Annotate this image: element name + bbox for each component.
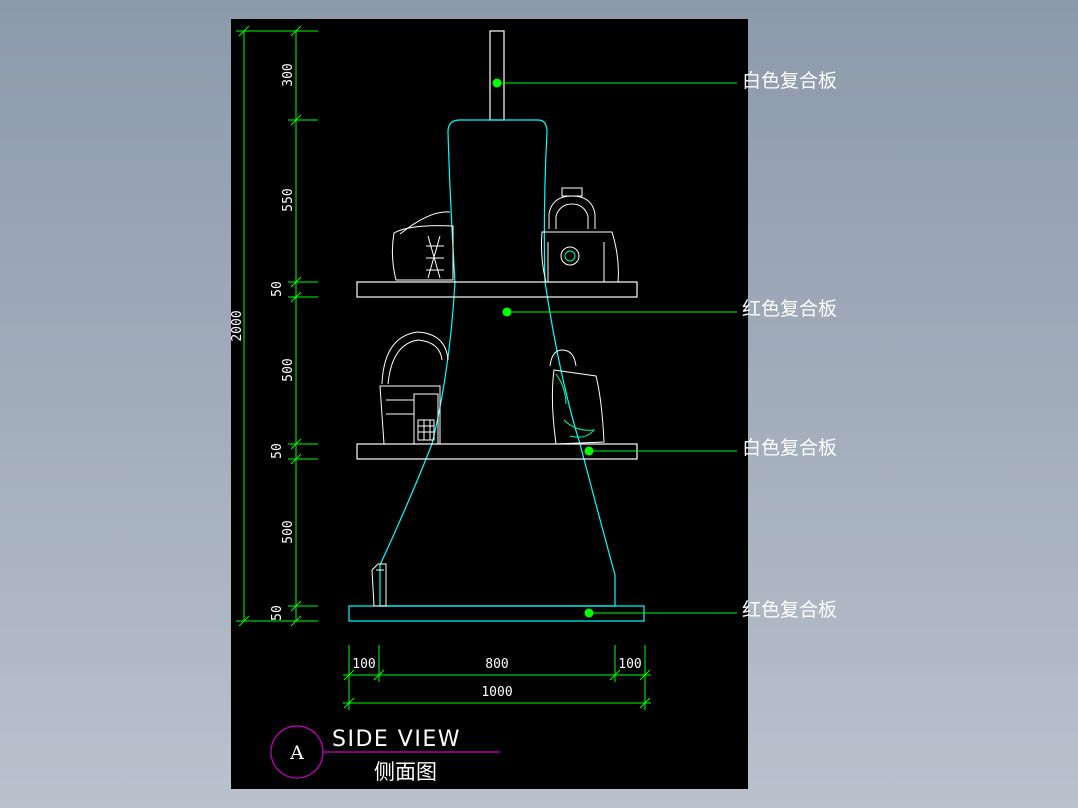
leader-dot	[584, 446, 594, 456]
callout-dots	[492, 78, 594, 618]
handbag-top-right	[541, 187, 619, 283]
callout-leaders	[497, 82, 737, 614]
leader-dot	[502, 307, 512, 317]
dim-total-width: 1000	[481, 685, 512, 700]
dim-v-550: 550	[281, 188, 296, 211]
callout-label-red-panel-body: 红色复合板	[742, 298, 838, 320]
callout-label-red-panel-base: 红色复合板	[742, 599, 838, 621]
title-chinese: 侧面图	[374, 760, 437, 784]
dim-v-500-b: 500	[281, 520, 296, 543]
dim-v-300: 300	[281, 63, 296, 86]
dim-h-100-left: 100	[352, 657, 375, 672]
vertical-dimension-chain	[236, 25, 318, 627]
dim-v-50-c: 50	[270, 605, 285, 621]
handbag-middle-left	[379, 331, 449, 445]
title-english: SIDE VIEW	[332, 727, 461, 752]
leader-dot	[492, 78, 502, 88]
callout-label-white-panel-top: 白色复合板	[742, 70, 838, 92]
small-bag-base	[371, 563, 387, 607]
handbag-middle-right	[549, 349, 605, 445]
dim-v-500-a: 500	[281, 358, 296, 381]
leader-dot	[584, 608, 594, 618]
dim-v-50-b: 50	[270, 443, 285, 459]
section-marker-letter: A	[289, 742, 304, 764]
dim-h-800: 800	[485, 657, 508, 672]
horizontal-dimension-chain	[343, 645, 651, 710]
handbag-top-left	[391, 211, 454, 281]
title-block: A SIDE VIEW 侧面图	[270, 725, 500, 784]
dim-v-50-a: 50	[270, 281, 285, 297]
side-view-drawing: 300 550 50 500 50 500 50 2000 100 800 10…	[230, 25, 737, 784]
callout-label-white-panel-shelf: 白色复合板	[742, 437, 838, 459]
dim-h-100-right: 100	[618, 657, 641, 672]
dim-total-height: 2000	[230, 310, 245, 341]
display-stand	[348, 30, 645, 622]
